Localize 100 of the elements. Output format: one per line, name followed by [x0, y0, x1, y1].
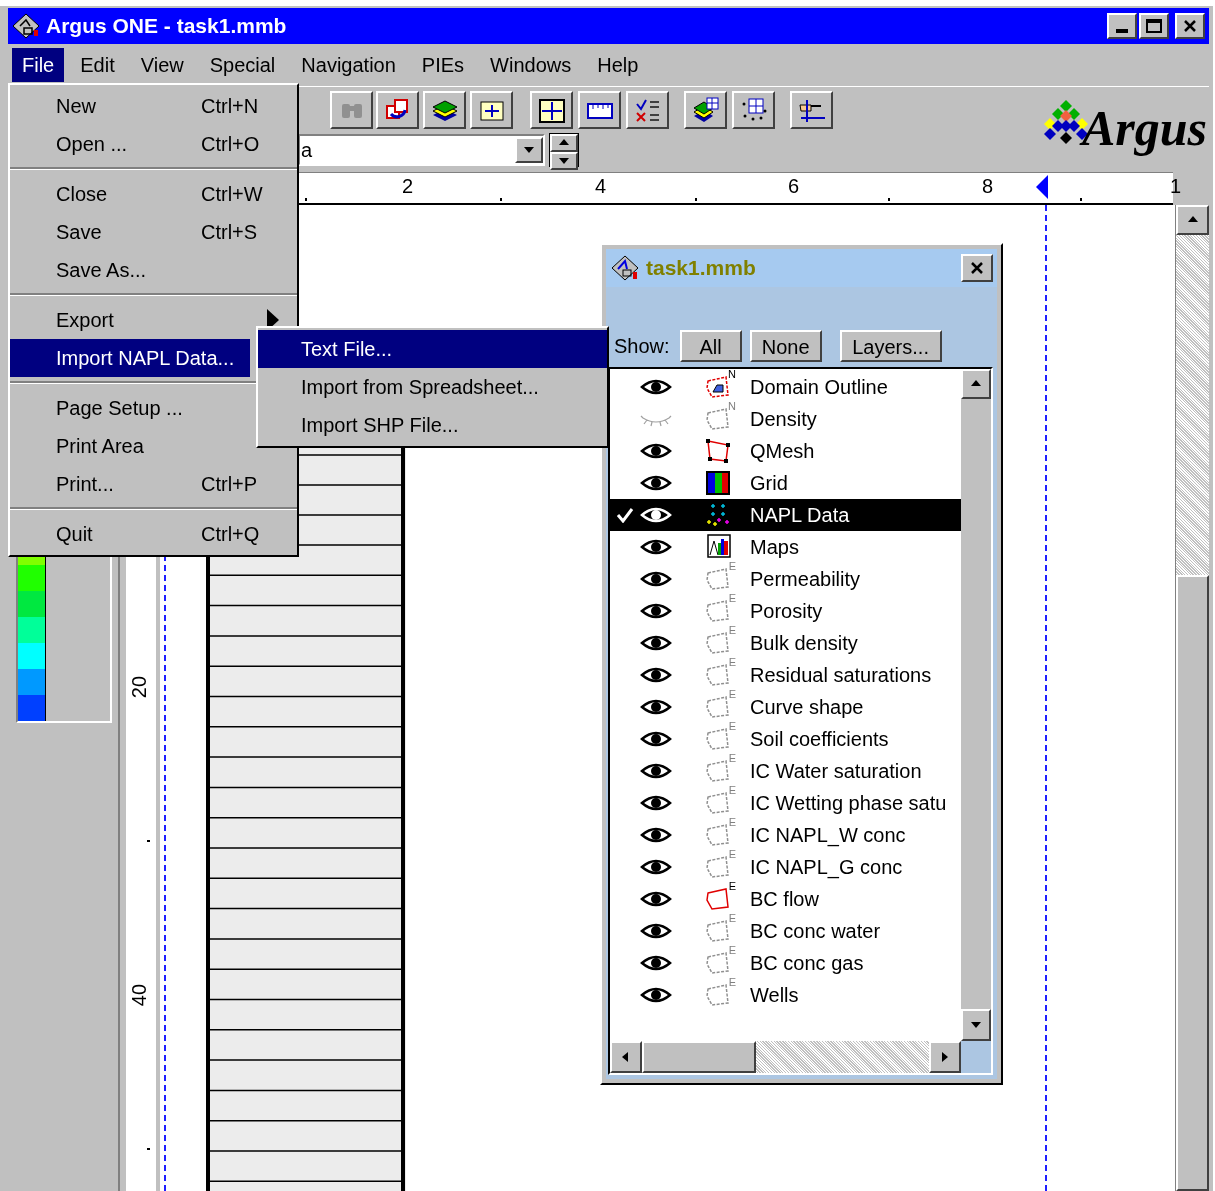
eye-icon[interactable] [640, 378, 672, 396]
layer-type-letter: E [728, 656, 736, 668]
horizontal-scrollbar[interactable] [610, 1041, 961, 1073]
layer-type-letter: E [728, 560, 736, 572]
layer-row[interactable]: QMesh [610, 435, 961, 467]
layer-name: Bulk density [750, 631, 858, 656]
menu-item[interactable]: Navigation [291, 48, 406, 82]
toolbar-button[interactable] [376, 91, 419, 129]
eye-icon[interactable] [640, 922, 672, 940]
maximize-button[interactable] [1139, 13, 1169, 39]
menu-label: Import NAPL Data... [56, 346, 235, 371]
eye-icon[interactable] [640, 954, 672, 972]
layer-name: Curve shape [750, 695, 864, 720]
menu-item[interactable]: Special [199, 48, 286, 82]
close-button[interactable] [961, 254, 993, 282]
layer-name: QMesh [750, 439, 815, 464]
menu-entry[interactable]: Print... Ctrl+P [10, 465, 297, 503]
eye-icon[interactable] [640, 602, 672, 620]
minimize-button[interactable] [1107, 13, 1137, 39]
toolbar-button[interactable] [626, 91, 669, 129]
toolbar-button[interactable] [578, 91, 621, 129]
menu-entry[interactable]: New Ctrl+N [10, 87, 297, 125]
layer-row[interactable]: E Curve shape [610, 691, 961, 723]
layer-row[interactable]: E Soil coefficients [610, 723, 961, 755]
menu-label: Save [56, 220, 102, 245]
show-button[interactable]: Layers... [839, 330, 942, 362]
menu-item[interactable]: View [130, 48, 194, 82]
toolbar-button[interactable] [530, 91, 573, 129]
layer-row[interactable]: E BC conc gas [610, 947, 961, 979]
layer-row[interactable]: E Bulk density [610, 627, 961, 659]
menu-label: Print Area [56, 434, 144, 459]
eye-icon[interactable] [640, 570, 672, 588]
eye-icon[interactable] [640, 538, 672, 556]
layer-type-letter: E [728, 624, 736, 636]
eye-icon[interactable] [640, 794, 672, 812]
menu-entry[interactable]: Import NAPL Data... [10, 339, 250, 377]
show-button[interactable]: All [679, 330, 742, 362]
eye-icon[interactable] [640, 858, 672, 876]
layer-row[interactable]: N Density [610, 403, 961, 435]
menu-entry[interactable]: Page Setup ... [10, 389, 250, 427]
eye-icon[interactable] [640, 474, 672, 492]
menu-item[interactable]: Edit [70, 48, 125, 82]
layer-row[interactable]: E IC Water saturation [610, 755, 961, 787]
maximize-icon [1146, 19, 1162, 33]
eye-icon[interactable] [640, 442, 672, 460]
show-button[interactable]: None [749, 330, 822, 362]
layer-row[interactable]: E Permeability [610, 563, 961, 595]
layer-row[interactable]: E IC NAPL_W conc [610, 819, 961, 851]
menu-entry[interactable]: Print Area [10, 427, 250, 465]
list-scrollbar[interactable] [961, 369, 991, 1041]
layer-row[interactable]: Grid [610, 467, 961, 499]
eye-icon[interactable] [640, 826, 672, 844]
layer-row[interactable]: E BC conc water [610, 915, 961, 947]
eye-icon[interactable] [640, 698, 672, 716]
marker-icon[interactable] [1036, 175, 1048, 199]
eye-icon[interactable] [640, 634, 672, 652]
toolbar-button[interactable] [423, 91, 466, 129]
menu-entry[interactable]: Import SHP File... [258, 406, 607, 444]
layer-name: IC NAPL_G conc [750, 855, 903, 881]
toolbar-button[interactable] [790, 91, 833, 129]
eye-icon[interactable] [640, 986, 672, 1004]
toolbar-button[interactable] [732, 91, 775, 129]
layer-type-letter: E [728, 912, 736, 924]
menu-entry[interactable]: Quit Ctrl+Q [10, 515, 297, 553]
layer-type-letter: E [728, 944, 736, 956]
layer-name: Domain Outline [750, 375, 888, 400]
layer-name: Maps [750, 535, 799, 560]
eye-icon[interactable] [640, 762, 672, 780]
toolbar-button[interactable] [684, 91, 727, 129]
layer-row[interactable]: E Porosity [610, 595, 961, 627]
menu-entry[interactable]: Save Ctrl+S [10, 213, 297, 251]
close-button[interactable] [1175, 13, 1205, 39]
eye-icon[interactable] [640, 890, 672, 908]
layer-row[interactable]: E Wells [610, 979, 961, 1011]
layer-row[interactable]: E Residual saturations [610, 659, 961, 691]
layer-combo-box[interactable]: a [298, 134, 545, 166]
show-label: Show: [614, 334, 670, 359]
layer-row[interactable]: NAPL Data [610, 499, 961, 531]
menu-item[interactable]: Help [587, 48, 649, 82]
menu-item[interactable]: File [12, 48, 65, 82]
vertical-scrollbar[interactable] [1175, 205, 1209, 1191]
menu-entry[interactable]: Save As... [10, 251, 250, 289]
menu-entry[interactable]: Import from Spreadsheet... [258, 368, 607, 406]
menu-label: Page Setup ... [56, 396, 183, 421]
layer-row[interactable]: E IC NAPL_G conc [610, 851, 961, 883]
layer-row[interactable]: Maps [610, 531, 961, 563]
toolbar-button[interactable] [330, 91, 373, 129]
menu-entry[interactable]: Close Ctrl+W [10, 175, 297, 213]
layer-row[interactable]: N Domain Outline [610, 371, 961, 403]
menu-entry[interactable]: Open ... Ctrl+O [10, 125, 297, 163]
eye-icon[interactable] [640, 666, 672, 684]
toolbar-button[interactable] [470, 91, 513, 129]
menu-item[interactable]: Windows [480, 48, 582, 82]
menu-entry[interactable]: Text File... [258, 330, 607, 368]
spin-button[interactable] [549, 133, 579, 167]
scrollbar-thumb[interactable] [1176, 575, 1209, 1191]
eye-icon[interactable] [640, 730, 672, 748]
menu-item[interactable]: PIEs [411, 48, 475, 82]
layer-row[interactable]: E IC Wetting phase satu [610, 787, 961, 819]
layer-row[interactable]: E BC flow [610, 883, 961, 915]
